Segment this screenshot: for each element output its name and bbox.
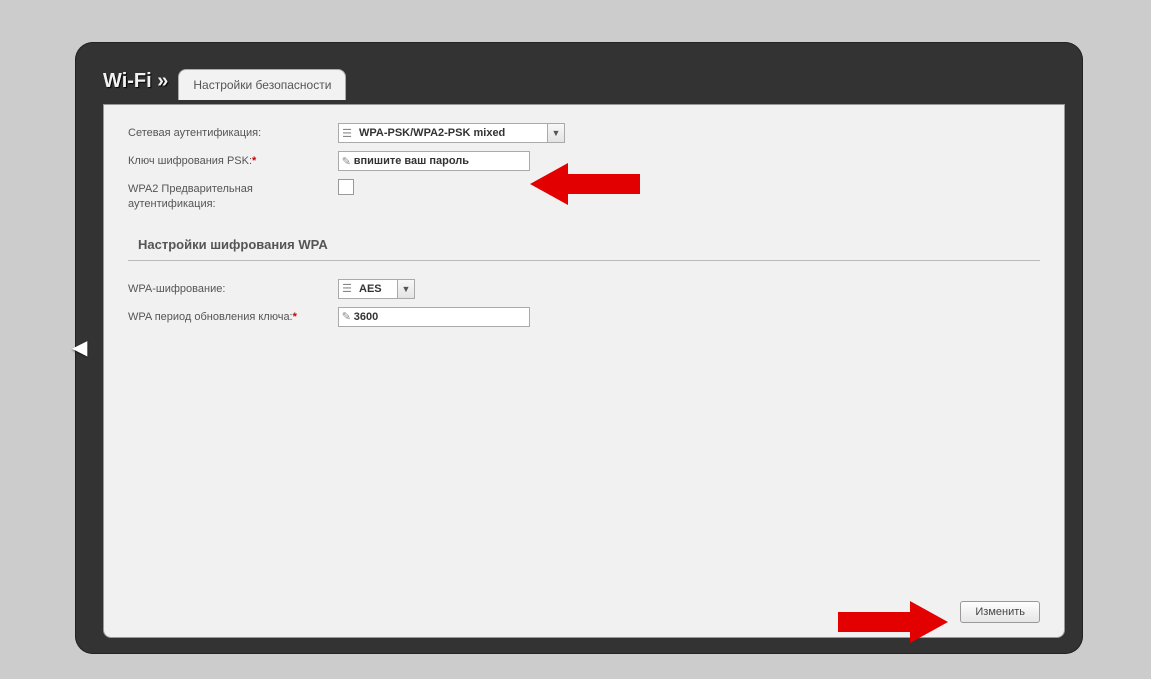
label-wpa-encryption: WPA-шифрование: <box>128 279 338 297</box>
label-psk-key-text: Ключ шифрования PSK: <box>128 155 252 167</box>
network-auth-select-value: WPA-PSK/WPA2-PSK mixed <box>355 127 547 139</box>
list-icon: ☰ <box>339 282 355 295</box>
label-network-auth: Сетевая аутентификация: <box>128 123 338 141</box>
content-area: Сетевая аутентификация: ☰ WPA-PSK/WPA2-P… <box>103 104 1065 638</box>
label-wpa-rekey: WPA период обновления ключа:* <box>128 307 338 325</box>
row-network-auth: Сетевая аутентификация: ☰ WPA-PSK/WPA2-P… <box>128 123 1040 143</box>
label-psk-key: Ключ шифрования PSK:* <box>128 151 338 169</box>
actions-bar: Изменить <box>960 601 1040 623</box>
section-header-wpa: Настройки шифрования WPA <box>128 227 1040 261</box>
row-wpa-rekey: WPA период обновления ключа:* ✎ <box>128 307 1040 327</box>
network-auth-dropdown-button[interactable]: ▼ <box>547 123 565 143</box>
save-button[interactable]: Изменить <box>960 601 1040 623</box>
main-panel: ◀ Wi-Fi » Настройки безопасности Сетевая… <box>75 42 1083 654</box>
network-auth-select[interactable]: ☰ WPA-PSK/WPA2-PSK mixed <box>338 123 548 143</box>
psk-key-input[interactable] <box>354 155 529 167</box>
header-row: Wi-Fi » Настройки безопасности <box>103 68 346 99</box>
psk-key-input-wrapper: ✎ <box>338 151 530 171</box>
wpa-encryption-select[interactable]: ☰ AES <box>338 279 398 299</box>
wpa-rekey-input[interactable] <box>354 311 529 323</box>
panel-collapse-arrow-icon[interactable]: ◀ <box>72 338 87 358</box>
pencil-icon: ✎ <box>339 155 354 168</box>
row-wpa-encryption: WPA-шифрование: ☰ AES ▼ <box>128 279 1040 299</box>
required-marker: * <box>293 311 297 323</box>
pencil-icon: ✎ <box>339 310 354 323</box>
wpa-rekey-input-wrapper: ✎ <box>338 307 530 327</box>
wpa-encryption-select-value: AES <box>355 283 397 295</box>
row-psk-key: Ключ шифрования PSK:* ✎ <box>128 151 1040 171</box>
row-wpa2-preauth: WPA2 Предварительная аутентификация: <box>128 179 1040 213</box>
tab-security-settings[interactable]: Настройки безопасности <box>178 69 346 100</box>
wpa-encryption-dropdown-button[interactable]: ▼ <box>397 279 415 299</box>
label-wpa2-preauth: WPA2 Предварительная аутентификация: <box>128 179 338 213</box>
list-icon: ☰ <box>339 127 355 140</box>
wpa2-preauth-checkbox[interactable] <box>338 179 354 195</box>
label-wpa-rekey-text: WPA период обновления ключа: <box>128 311 293 323</box>
required-marker: * <box>252 155 256 167</box>
page-title: Wi-Fi » <box>103 70 168 99</box>
